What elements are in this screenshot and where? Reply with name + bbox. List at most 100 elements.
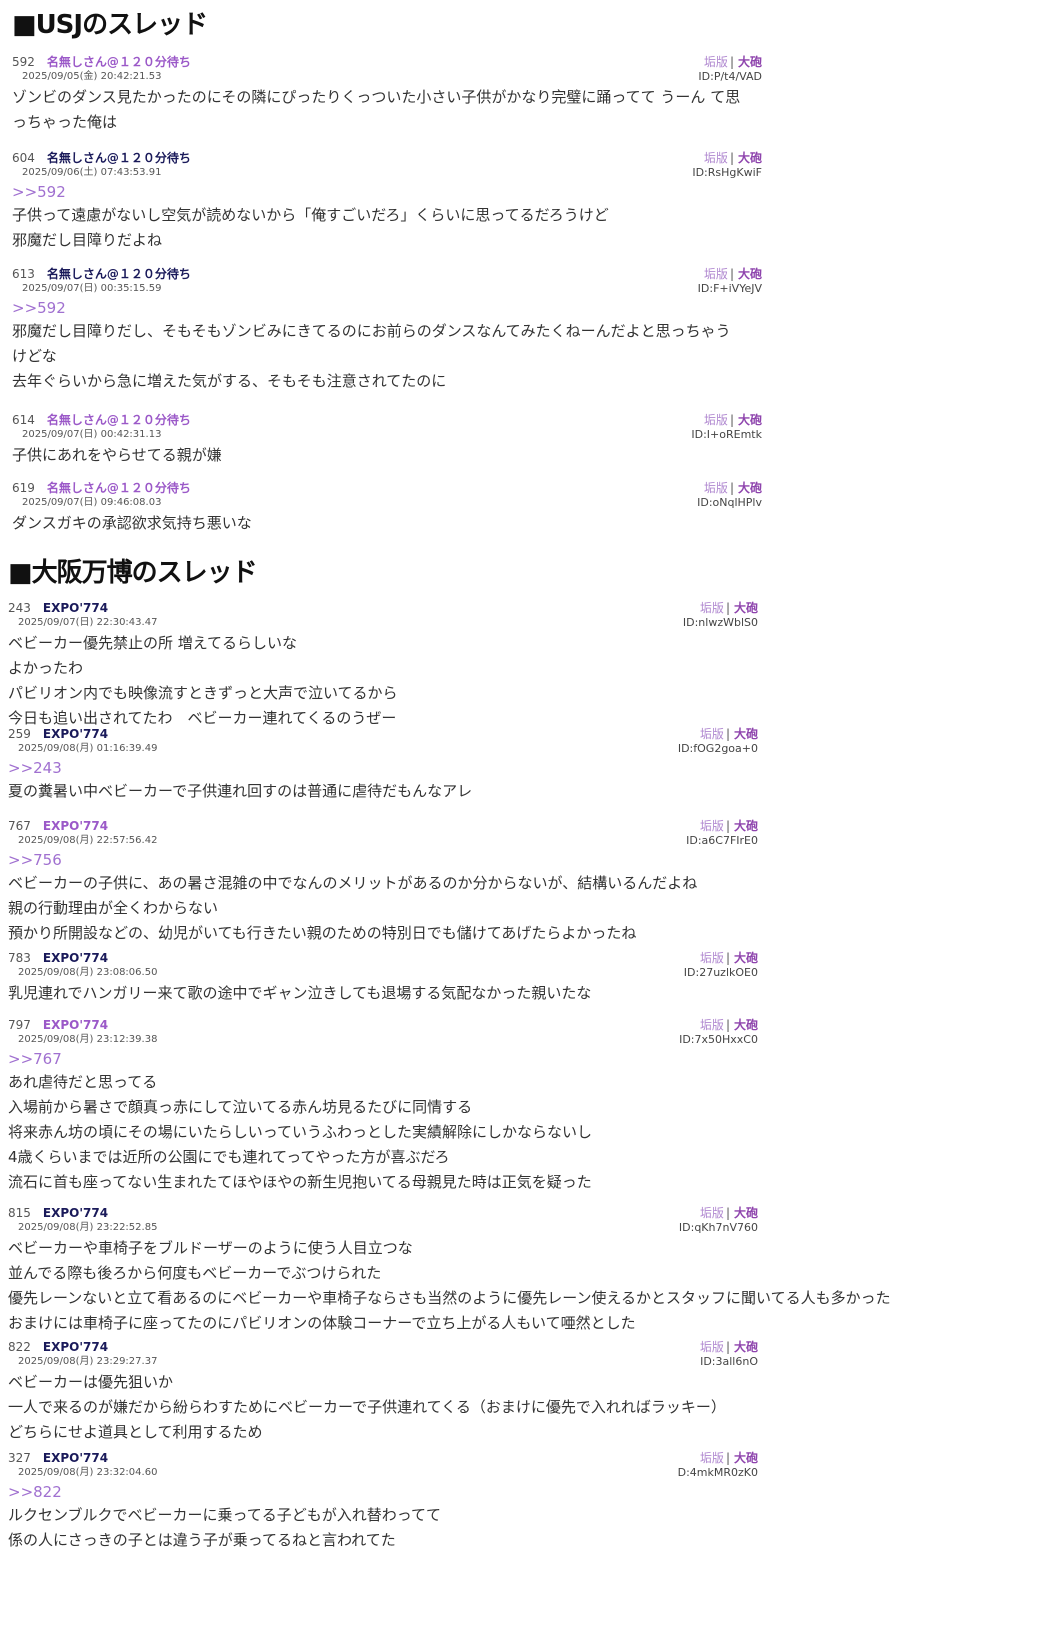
post-actions: 垢版 | 大砲 xyxy=(642,266,762,282)
reply-anchor-link[interactable]: >>767 xyxy=(8,1048,758,1070)
poster-name[interactable]: EXPO'774 xyxy=(43,950,108,966)
report-link[interactable]: 垢版 xyxy=(700,727,724,741)
cannon-link[interactable]: 大砲 xyxy=(738,55,762,69)
post-body: 乳児連れでハンガリー来て歌の途中でギャン泣きしても退場する気配なかった親いたな xyxy=(8,981,758,1006)
poster-name[interactable]: EXPO'774 xyxy=(43,1017,108,1033)
cannon-link[interactable]: 大砲 xyxy=(738,267,762,281)
post-body: ベビーカーは優先狙いか 一人で来るのが嫌だから紛らわすためにベビーカーで子供連れて… xyxy=(8,1370,758,1445)
poster-name[interactable]: 名無しさん@１２０分待ち xyxy=(47,266,191,282)
poster-id: D:4mkMR0zK0 xyxy=(677,1466,758,1479)
post-meta: 垢版 | 大砲 ID:nlwzWblS0 xyxy=(638,600,758,630)
poster-name[interactable]: 名無しさん@１２０分待ち xyxy=(47,54,191,70)
post-body: ベビーカー優先禁止の所 増えてるらしいな よかったわ パビリオン内でも映像流すときず… xyxy=(8,631,758,731)
post-meta: 垢版 | 大砲 ID:oNqlHPlv xyxy=(642,480,762,510)
cannon-link[interactable]: 大砲 xyxy=(734,1018,758,1032)
post-number[interactable]: 767 xyxy=(8,818,31,834)
post-number[interactable]: 815 xyxy=(8,1205,31,1221)
post-number[interactable]: 822 xyxy=(8,1339,31,1355)
reply-anchor-link[interactable]: >>756 xyxy=(8,849,758,871)
post-text-line: 親の行動理由が全くわからない xyxy=(8,899,219,917)
separator: | xyxy=(725,1340,730,1354)
post-text-line: 乳児連れでハンガリー来て歌の途中でギャン泣きしても退場する気配なかった親いたな xyxy=(8,984,592,1002)
cannon-link[interactable]: 大砲 xyxy=(734,951,758,965)
poster-name[interactable]: EXPO'774 xyxy=(43,818,108,834)
separator: | xyxy=(725,819,730,833)
post-body: >>822 ルクセンブルクでベビーカーに乗ってる子どもが入れ替わってて 係の人にさっ… xyxy=(8,1481,758,1553)
post-text-line: あれ虐待だと思ってる xyxy=(8,1073,158,1091)
cannon-link[interactable]: 大砲 xyxy=(734,601,758,615)
post-number[interactable]: 327 xyxy=(8,1450,31,1466)
cannon-link[interactable]: 大砲 xyxy=(738,413,762,427)
reply-anchor-link[interactable]: >>822 xyxy=(8,1481,758,1503)
poster-name[interactable]: EXPO'774 xyxy=(43,600,108,616)
report-link[interactable]: 垢版 xyxy=(704,267,728,281)
post-meta: 垢版 | 大砲 ID:a6C7FIrE0 xyxy=(638,818,758,848)
report-link[interactable]: 垢版 xyxy=(700,951,724,965)
post-item: 613 名無しさん@１２０分待ち 2025/09/07(日) 00:35:15.59… xyxy=(12,266,762,394)
report-link[interactable]: 垢版 xyxy=(700,1018,724,1032)
reply-anchor-link[interactable]: >>243 xyxy=(8,757,758,779)
cannon-link[interactable]: 大砲 xyxy=(734,1340,758,1354)
post-text-line: っちゃった俺は xyxy=(12,113,118,131)
post-meta: 垢版 | 大砲 ID:RsHgKwiF xyxy=(642,150,762,180)
cannon-link[interactable]: 大砲 xyxy=(734,1206,758,1220)
poster-name[interactable]: EXPO'774 xyxy=(43,1205,108,1221)
post-number[interactable]: 619 xyxy=(12,480,35,496)
poster-id: ID:oNqlHPlv xyxy=(697,496,762,509)
report-link[interactable]: 垢版 xyxy=(704,481,728,495)
separator: | xyxy=(729,413,734,427)
post-meta: 垢版 | 大砲 ID:fOG2goa+0 xyxy=(638,726,758,756)
report-link[interactable]: 垢版 xyxy=(700,1206,724,1220)
poster-id: ID:27uzlkOE0 xyxy=(683,966,758,979)
report-link[interactable]: 垢版 xyxy=(700,819,724,833)
post-item: 767 EXPO'774 2025/09/08(月) 22:57:56.42 垢版 | 大… xyxy=(8,818,758,946)
separator: | xyxy=(725,1206,730,1220)
post-text-line: 子供にあれをやらせてる親が嫌 xyxy=(12,446,222,464)
post-item: 243 EXPO'774 2025/09/07(日) 22:30:43.47 垢版 | 大… xyxy=(8,600,758,731)
post-number[interactable]: 783 xyxy=(8,950,31,966)
post-number[interactable]: 243 xyxy=(8,600,31,616)
post-number[interactable]: 592 xyxy=(12,54,35,70)
post-meta: 垢版 | 大砲 ID:P/t4/VAD xyxy=(642,54,762,84)
cannon-link[interactable]: 大砲 xyxy=(734,727,758,741)
post-number[interactable]: 614 xyxy=(12,412,35,428)
post-text-line: 流石に首も座ってない生まれたてほやほやの新生児抱いてる母親見た時は正気を疑った xyxy=(8,1173,592,1191)
report-link[interactable]: 垢版 xyxy=(704,55,728,69)
thread-section: ■USJのスレッド xyxy=(12,8,1052,42)
post-text-line: 邪魔だし目障りだし、そもそもゾンビみにきてるのにお前らのダンスなんてみたくねーん… xyxy=(12,322,731,340)
cannon-link[interactable]: 大砲 xyxy=(738,151,762,165)
report-link[interactable]: 垢版 xyxy=(700,1451,724,1465)
report-link[interactable]: 垢版 xyxy=(704,151,728,165)
post-text-line: 優先レーンないと立て看あるのにベビーカーや車椅子ならさも当然のように優先レーン使… xyxy=(8,1289,891,1307)
post-header: 815 EXPO'774 xyxy=(8,1205,1008,1221)
cannon-link[interactable]: 大砲 xyxy=(734,819,758,833)
reply-anchor-link[interactable]: >>592 xyxy=(12,181,762,203)
post-text-line: ルクセンブルクでベビーカーに乗ってる子どもが入れ替わってて xyxy=(8,1506,442,1524)
poster-name[interactable]: EXPO'774 xyxy=(43,726,108,742)
poster-name[interactable]: EXPO'774 xyxy=(43,1450,108,1466)
post-item: 797 EXPO'774 2025/09/08(月) 23:12:39.38 垢版 | 大… xyxy=(8,1017,758,1195)
poster-name[interactable]: EXPO'774 xyxy=(43,1339,108,1355)
reply-anchor-link[interactable]: >>592 xyxy=(12,297,762,319)
post-body: ゾンビのダンス見たかったのにその隣にぴったりくっついた小さい子供がかなり完璧に踊… xyxy=(12,85,762,135)
poster-name[interactable]: 名無しさん@１２０分待ち xyxy=(47,150,191,166)
post-text-line: 一人で来るのが嫌だから紛らわすためにベビーカーで子供連れてくる（おまけに優先で入… xyxy=(8,1398,726,1416)
poster-name[interactable]: 名無しさん@１２０分待ち xyxy=(47,412,191,428)
poster-name[interactable]: 名無しさん@１２０分待ち xyxy=(47,480,191,496)
report-link[interactable]: 垢版 xyxy=(700,1340,724,1354)
post-meta: 垢版 | 大砲 ID:27uzlkOE0 xyxy=(638,950,758,980)
post-body: 子供にあれをやらせてる親が嫌 xyxy=(12,443,762,468)
post-text-line: よかったわ xyxy=(8,659,84,677)
post-body: >>243 夏の糞暑い中ベビーカーで子供連れ回すのは普通に虐待だもんなアレ xyxy=(8,757,758,804)
post-number[interactable]: 604 xyxy=(12,150,35,166)
report-link[interactable]: 垢版 xyxy=(704,413,728,427)
post-number[interactable]: 797 xyxy=(8,1017,31,1033)
post-number[interactable]: 613 xyxy=(12,266,35,282)
cannon-link[interactable]: 大砲 xyxy=(738,481,762,495)
report-link[interactable]: 垢版 xyxy=(700,601,724,615)
cannon-link[interactable]: 大砲 xyxy=(734,1451,758,1465)
post-number[interactable]: 259 xyxy=(8,726,31,742)
poster-id: ID:a6C7FIrE0 xyxy=(686,834,758,847)
separator: | xyxy=(725,727,730,741)
poster-id: ID:nlwzWblS0 xyxy=(682,616,758,629)
